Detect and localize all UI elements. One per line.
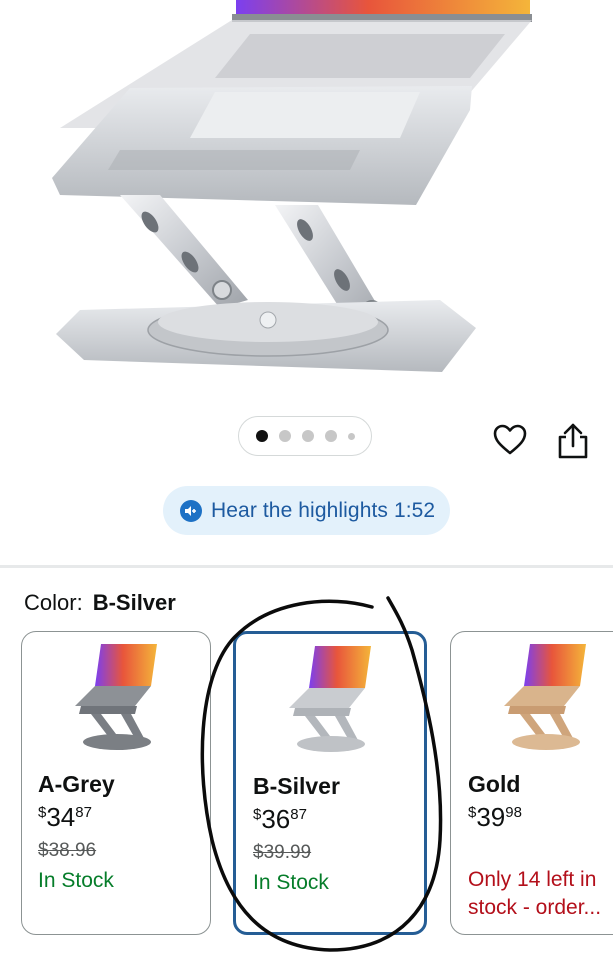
color-option-b-silver[interactable]: B-Silver $3687 $39.99 In Stock [233,631,427,935]
color-option-list-price: $38.96 [38,840,97,861]
color-option-price: $3998 [468,802,522,832]
pagination-dot[interactable] [347,432,355,440]
pagination-dot[interactable] [301,430,314,442]
selected-color-value: B-Silver [92,590,176,615]
color-option-price: $3687 [253,804,307,834]
color-selector-label: Color: B-Silver [24,590,176,616]
color-option-thumbnail [504,644,586,750]
pagination-dot[interactable] [278,430,291,442]
product-main-image[interactable] [0,0,613,410]
color-option-price: $3487 [38,802,92,832]
image-pagination-dots[interactable] [238,416,372,456]
color-option-a-grey[interactable]: A-Grey $3487 $38.96 In Stock [21,631,211,935]
heart-icon[interactable] [492,422,528,458]
audio-play-icon [180,499,202,522]
color-option-name: Gold [468,771,521,797]
color-option-gold[interactable]: Gold $3998 Only 14 left in stock - order… [450,631,613,935]
color-option-availability: In Stock [38,869,114,892]
hear-highlights-button[interactable]: Hear the highlights 1:52 [163,486,450,535]
color-option-list-price: $39.99 [253,842,312,863]
pagination-dot[interactable] [324,430,337,442]
color-option-thumbnail [75,644,157,750]
color-label-key: Color: [24,590,83,615]
color-option-thumbnail [289,646,371,752]
color-option-availability: In Stock [253,871,329,894]
color-option-availability: Only 14 left in stock - order... [468,868,602,919]
color-option-name: A-Grey [38,771,115,797]
section-divider [0,565,613,568]
hear-highlights-label: Hear the highlights 1:52 [211,498,436,522]
pagination-dot[interactable] [255,430,268,442]
color-option-name: B-Silver [253,773,340,799]
share-icon[interactable] [556,422,590,460]
